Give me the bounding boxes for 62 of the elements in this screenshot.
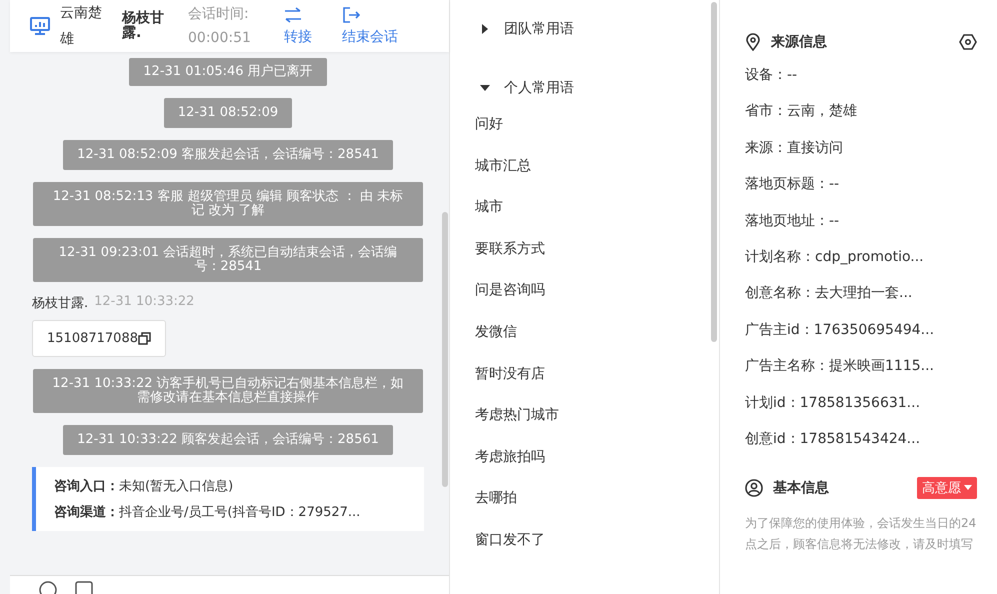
scrollbar-thumb[interactable] <box>442 212 448 487</box>
system-message: 12-31 10:33:22 访客手机号已自动标记右侧基本信息栏，如需修改请在基本信息栏直接操作 <box>33 369 423 413</box>
swap-arrows-icon <box>284 7 302 23</box>
source-field: 落地页标题：-- <box>745 174 977 211</box>
source-field: 计划id：178581356631... <box>745 392 977 429</box>
phrase-item[interactable]: 城市汇总 <box>475 154 719 196</box>
message-time: 12-31 10:33:22 <box>94 294 194 311</box>
intent-dropdown[interactable]: 高意愿 <box>917 477 977 500</box>
customer-location: 云南楚雄 <box>60 4 103 49</box>
phrase-item[interactable]: 城市 <box>475 196 719 238</box>
sender-name: 杨枝甘露. <box>32 295 88 312</box>
info-value: 抖音企业号/员工号(抖音号ID：279527... <box>119 505 360 520</box>
phrase-item[interactable]: 问是咨询吗 <box>475 279 719 321</box>
phrase-group-header[interactable]: 团队常用语 <box>480 14 719 44</box>
source-field: 落地页地址：-- <box>745 210 977 247</box>
system-message: 12-31 08:52:13 客服 超级管理员 编辑 顾客状态 ： 由 未标记 改为 了解 <box>33 182 423 226</box>
phrase-item[interactable]: 要联系方式 <box>475 238 719 280</box>
phrase-group-header[interactable]: 个人常用语 <box>480 73 719 103</box>
source-field: 设备：-- <box>745 65 977 102</box>
caret-down-icon <box>480 83 490 93</box>
caret-right-icon <box>480 24 490 34</box>
image-icon[interactable] <box>74 580 94 594</box>
session-time-label: 会话时间: <box>188 5 250 24</box>
section-title: 来源信息 <box>771 33 827 51</box>
scrollbar-thumb[interactable] <box>711 2 717 342</box>
source-field: 创意id：178581543424... <box>745 428 977 466</box>
session-time: 00:00:51 <box>188 29 252 48</box>
phrase-item[interactable]: 考虑热门城市 <box>475 404 719 446</box>
customer-name: 杨枝甘露. <box>122 11 165 41</box>
source-field: 省市：云南，楚雄 <box>745 101 977 138</box>
caret-down-icon <box>964 485 972 492</box>
phrase-item[interactable]: 暂时没有店 <box>475 362 719 404</box>
system-message: 12-31 08:52:09 客服发起会话，会话编号：28541 <box>63 140 393 170</box>
settings-icon[interactable] <box>959 33 977 51</box>
info-label: 咨询入口： <box>54 479 119 494</box>
system-message: 12-31 09:23:01 会话超时，系统已自动结束会话，会话编号：28541 <box>33 238 423 282</box>
end-session-button[interactable]: 结束会话 <box>342 7 398 45</box>
phrase-item[interactable]: 去哪拍 <box>475 487 719 529</box>
system-message: 12-31 01:05:46 用户已离开 <box>129 58 327 86</box>
phrase-item[interactable]: 考虑旅拍吗 <box>475 446 719 488</box>
phrase-item[interactable]: 发微信 <box>475 320 719 363</box>
monitor-icon <box>30 17 50 35</box>
phrase-item[interactable]: 问好 <box>475 113 719 155</box>
emoji-icon[interactable] <box>38 580 58 594</box>
info-label: 咨询渠道： <box>54 505 119 520</box>
info-value: 未知(暂无入口信息) <box>119 479 234 494</box>
notice-text: 为了保障您的使用体验，会话发生当日的24点之后，顾客信息将无法修改，请及时填写 <box>745 515 977 554</box>
section-title: 基本信息 <box>773 479 829 498</box>
system-message: 12-31 10:33:22 顾客发起会话，会话编号：28561 <box>63 425 393 455</box>
user-icon <box>745 479 763 498</box>
transfer-button[interactable]: 转接 <box>284 7 312 45</box>
source-field: 创意名称：去大理拍一套... <box>745 283 977 320</box>
location-pin-icon <box>745 33 761 51</box>
source-field: 来源：直接访问 <box>745 138 977 174</box>
exit-icon <box>342 7 360 23</box>
phrase-item[interactable]: 窗口发不了 <box>475 528 719 571</box>
system-message: 12-31 08:52:09 <box>164 98 292 128</box>
source-field: 计划名称：cdp_promotio... <box>745 246 977 284</box>
source-field: 广告主id：176350695494... <box>745 320 977 356</box>
copy-icon[interactable] <box>138 332 151 345</box>
source-field: 广告主名称：提米映画1115... <box>745 356 977 393</box>
message-text: 15108717088 <box>47 331 138 346</box>
